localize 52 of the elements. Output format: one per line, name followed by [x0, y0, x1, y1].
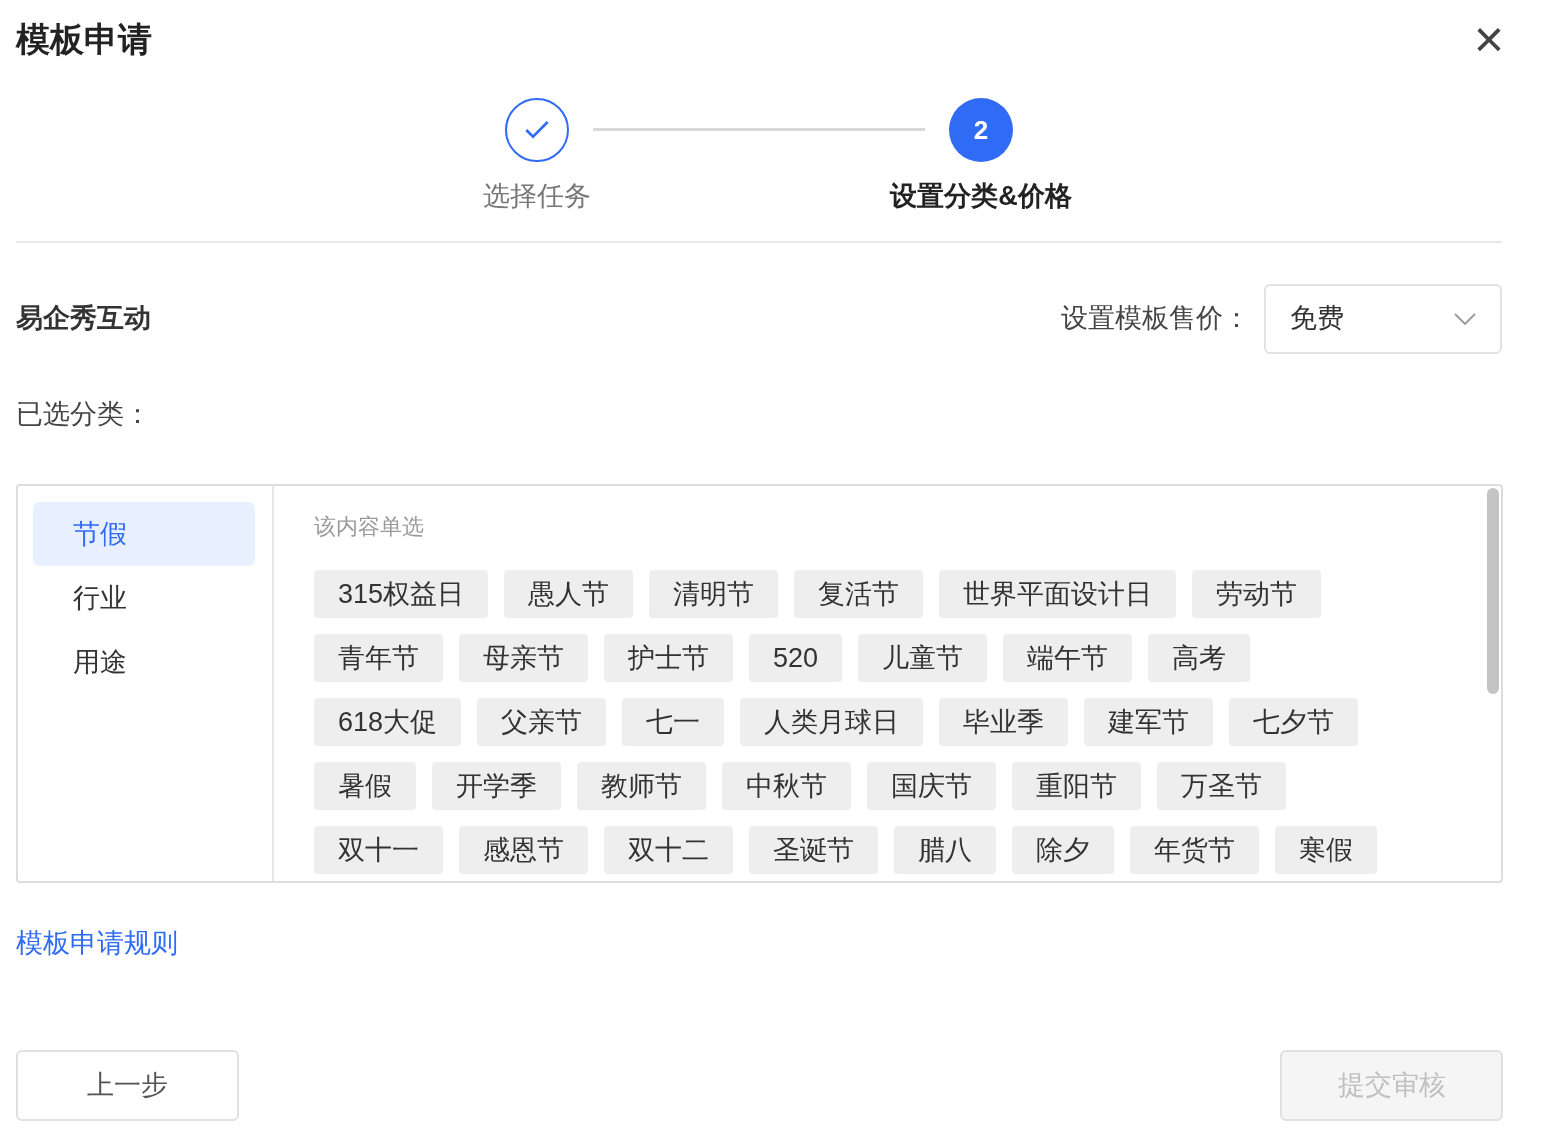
- step-label: 设置分类&价格: [890, 180, 1072, 213]
- step-label: 选择任务: [483, 180, 591, 213]
- step-number: 2: [949, 98, 1013, 162]
- category-tag[interactable]: 腊八: [894, 826, 996, 874]
- category-tag[interactable]: 七夕节: [1229, 698, 1359, 746]
- category-tag[interactable]: 儿童节: [858, 634, 988, 682]
- category-tag[interactable]: 重阳节: [1012, 762, 1141, 810]
- owner-name: 易企秀互动: [16, 302, 151, 336]
- category-tag[interactable]: 暑假: [314, 762, 416, 810]
- category-tag[interactable]: 国庆节: [867, 762, 996, 810]
- category-tag[interactable]: 母亲节: [459, 634, 588, 682]
- rules-link[interactable]: 模板申请规则: [16, 928, 178, 958]
- hint-text: 该内容单选: [314, 514, 424, 539]
- category-tag[interactable]: 护士节: [604, 634, 733, 682]
- category-tag[interactable]: 中秋节: [722, 762, 851, 810]
- category-tag[interactable]: 愚人节: [504, 570, 634, 618]
- category-tag[interactable]: 青年节: [314, 634, 443, 682]
- category-tag[interactable]: 除夕: [1012, 826, 1114, 874]
- category-tag[interactable]: 劳动节: [1192, 570, 1322, 618]
- category-tag[interactable]: 教师节: [577, 762, 706, 810]
- category-tag[interactable]: 高考: [1148, 634, 1251, 682]
- price-select[interactable]: 免费: [1264, 283, 1502, 354]
- category-tag[interactable]: 圣诞节: [749, 826, 878, 874]
- previous-step-button[interactable]: 上一步: [16, 1049, 239, 1121]
- category-tag[interactable]: 寒假: [1275, 826, 1377, 874]
- category-tag[interactable]: 世界平面设计日: [939, 570, 1177, 618]
- category-tag[interactable]: 年货节: [1130, 826, 1259, 874]
- category-tag[interactable]: 复活节: [794, 570, 924, 618]
- category-tag[interactable]: 人类月球日: [740, 698, 924, 746]
- scrollbar-thumb[interactable]: [1487, 488, 1499, 694]
- close-button[interactable]: ×: [1473, 13, 1504, 65]
- category-tag[interactable]: 520: [749, 634, 843, 682]
- chevron-down-icon: [1454, 312, 1476, 325]
- category-tab[interactable]: 行业: [33, 566, 255, 630]
- category-tag[interactable]: 感恩节: [459, 826, 588, 874]
- category-tag[interactable]: 清明节: [649, 570, 779, 618]
- dialog-title: 模板申请: [16, 18, 152, 60]
- category-tag[interactable]: 父亲节: [477, 698, 607, 746]
- category-tag[interactable]: 315权益日: [314, 570, 489, 618]
- category-tag[interactable]: 双十一: [314, 826, 443, 874]
- category-tag[interactable]: 开学季: [432, 762, 561, 810]
- category-tag[interactable]: 618大促: [314, 698, 462, 746]
- category-tag[interactable]: 七一: [622, 698, 725, 746]
- category-tab[interactable]: 节假: [33, 502, 255, 566]
- price-label: 设置模板售价：: [1061, 302, 1250, 336]
- selected-category-label: 已选分类：: [16, 398, 151, 429]
- category-tag[interactable]: 建军节: [1084, 698, 1214, 746]
- category-tag[interactable]: 双十二: [604, 826, 733, 874]
- category-tab[interactable]: 用途: [33, 630, 255, 694]
- category-tag[interactable]: 毕业季: [939, 698, 1069, 746]
- category-tag[interactable]: 端午节: [1003, 634, 1133, 682]
- category-tag[interactable]: 万圣节: [1157, 762, 1286, 810]
